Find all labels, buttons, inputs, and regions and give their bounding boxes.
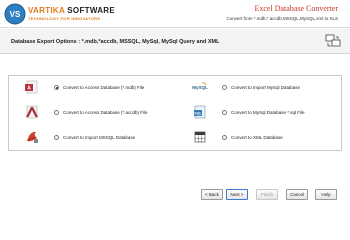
radio-access-mdb[interactable] [54,85,59,90]
option-label: Convert to XML Database [231,135,283,140]
cancel-button[interactable]: Cancel [286,189,308,200]
option-access-mdb[interactable]: A Convert to Access Database (*.mdb) Fil… [24,76,174,101]
option-label: Convert to Import MSSQL Database [63,135,136,140]
app-title: Excel Database Converter [254,4,338,13]
radio-access-accdb[interactable] [54,110,59,115]
svg-text:VS: VS [10,10,21,19]
svg-text:A: A [27,86,31,92]
database-settings-icon[interactable] [325,34,341,48]
app-header: VS VARTIKA SOFTWARE TECHNOLOGY FOR INNOV… [0,0,350,28]
radio-mysql-import[interactable] [222,85,227,90]
app-subtitle: Convert from *.mdb,*.accdb,MSSQL,MySQL,x… [226,16,338,21]
back-button[interactable]: < Back [201,189,223,200]
brand-name: VARTIKA SOFTWARE [28,6,115,15]
option-mysql-import[interactable]: MySQL Convert to Import MySql Database [192,76,342,101]
mssql-icon [27,131,38,143]
brand-name-main: VARTIKA [28,6,65,15]
access-accdb-icon [26,105,38,119]
section-title: Database Export Options : *.mdb,*accdb, … [11,39,220,45]
svg-text:MySQL: MySQL [192,85,208,90]
finish-button[interactable]: Finish [256,189,278,200]
brand-name-rest: SOFTWARE [64,6,116,15]
option-xml-database[interactable]: Convert to XML Database [192,126,342,151]
radio-mssql-import[interactable] [54,135,59,140]
sql-file-icon: SQL [194,105,206,119]
option-label: Convert to Access Database (*.accdb) Fil… [63,110,148,115]
xml-grid-icon [194,131,206,143]
option-access-accdb[interactable]: Convert to Access Database (*.accdb) Fil… [24,101,174,126]
option-mssql-import[interactable]: Convert to Import MSSQL Database [24,126,174,151]
svg-text:SQL: SQL [194,112,202,116]
wizard-footer: < Back Next > Finish Cancel Help [0,186,350,200]
mysql-icon: MySQL [192,82,208,90]
option-label: Convert to Access Database (*.mdb) File [63,85,145,90]
section-bar: Database Export Options : *.mdb,*accdb, … [0,29,350,54]
access-mdb-icon: A [25,80,38,94]
help-button[interactable]: Help [315,189,337,200]
option-label: Convert to MySql Database *.sql File [231,110,305,115]
export-options-panel: A Convert to Access Database (*.mdb) Fil… [8,75,342,151]
radio-mysql-sql-file[interactable] [222,110,227,115]
brand-tagline: TECHNOLOGY FOR INNOVATORS [28,16,101,21]
vartika-logo-icon: VS [4,3,26,25]
radio-xml-database[interactable] [222,135,227,140]
option-label: Convert to Import MySql Database [231,85,301,90]
option-mysql-sql-file[interactable]: SQL Convert to MySql Database *.sql File [192,101,342,126]
next-button[interactable]: Next > [226,189,248,200]
